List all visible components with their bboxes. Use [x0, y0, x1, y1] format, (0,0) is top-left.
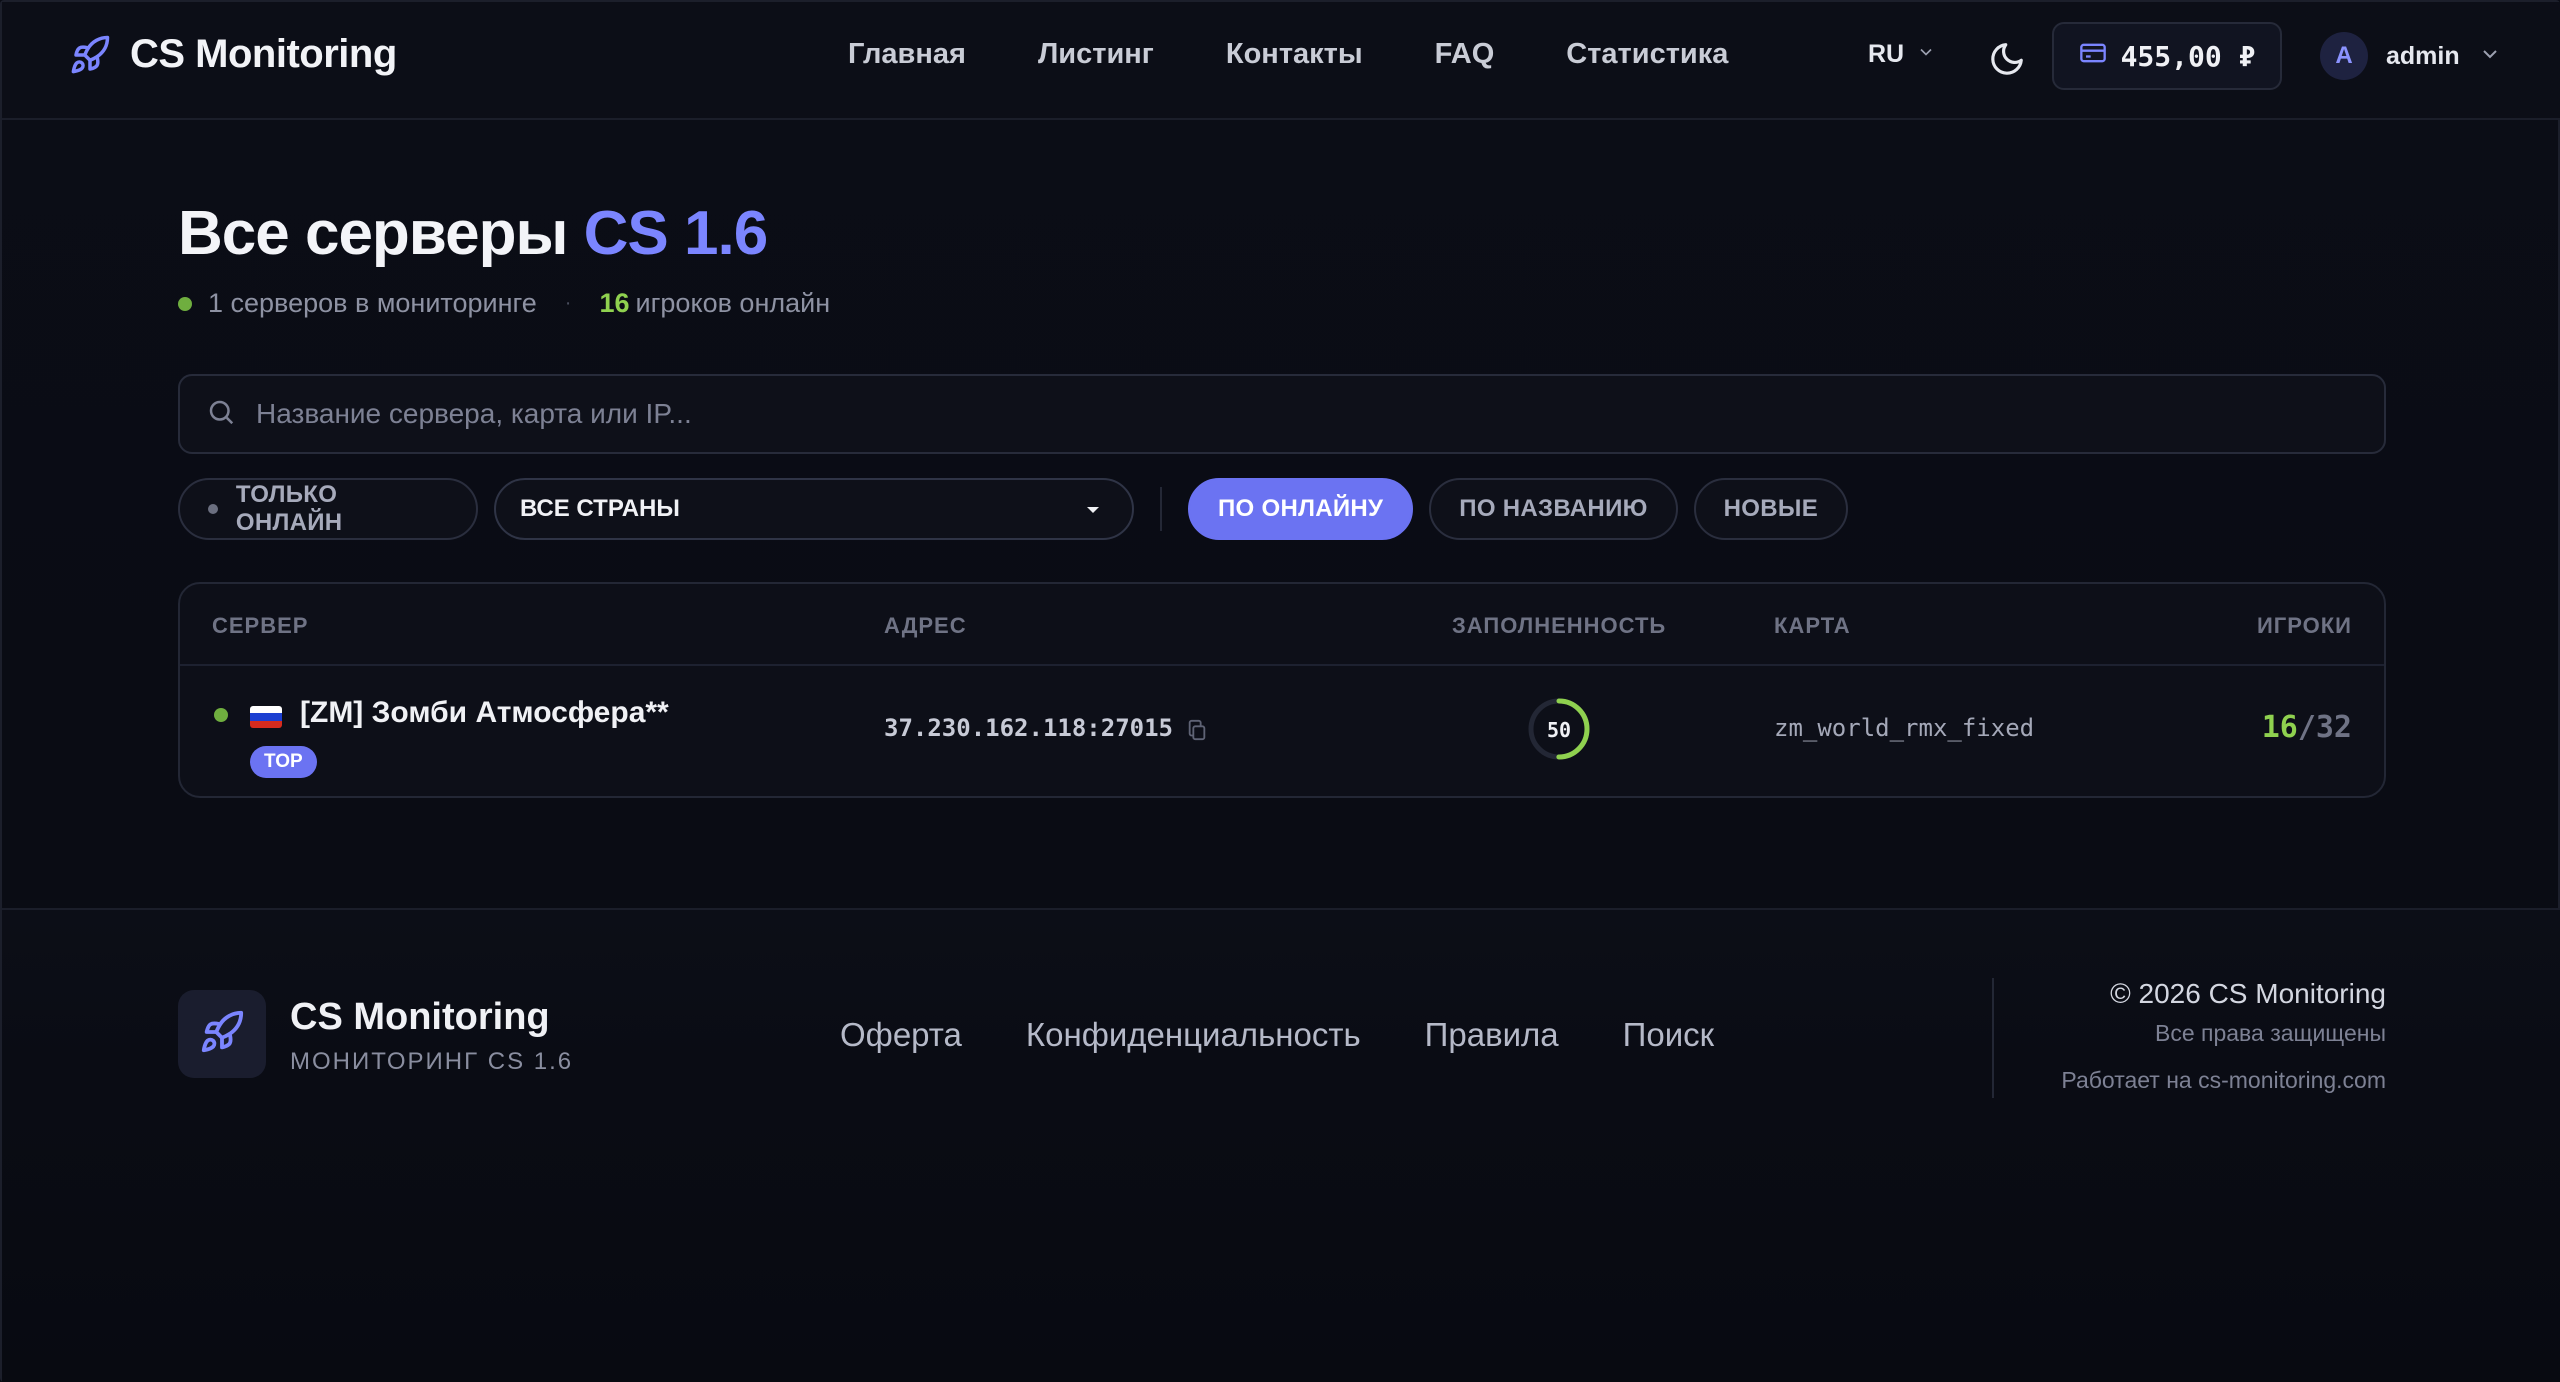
page-title-text: Все серверы — [178, 199, 568, 268]
servers-table: СЕРВЕР АДРЕС ЗАПОЛНЕННОСТЬ КАРТА ИГРОКИ … — [178, 582, 2386, 798]
stats-line: 1 серверов в мониторинге · 16 игроков он… — [178, 288, 830, 319]
page-title-accent: CS 1.6 — [583, 199, 769, 268]
footer-links: Оферта Конфиденциальность Правила Поиск — [840, 1016, 1714, 1054]
sort-by-online-button[interactable]: ПО ОНЛАЙНУ — [1188, 478, 1414, 540]
table-header: СЕРВЕР АДРЕС ЗАПОЛНЕННОСТЬ КАРТА ИГРОКИ — [180, 584, 2384, 666]
balance-button[interactable]: 455,00 ₽ — [2052, 22, 2282, 90]
country-select[interactable]: ВСЕ СТРАНЫ — [494, 478, 1134, 540]
balance-amount: 455,00 ₽ — [2120, 39, 2256, 73]
footer-brand: CS Monitoring — [290, 996, 550, 1038]
filter-bar: ТОЛЬКО ОНЛАЙН ВСЕ СТРАНЫ ПО ОНЛАЙНУ ПО Н… — [178, 478, 1849, 540]
chevron-down-icon — [1916, 40, 1936, 69]
players-max: /32 — [2297, 710, 2352, 745]
separator-dot: · — [564, 292, 572, 314]
column-header-map: КАРТА — [1774, 613, 1851, 638]
app-window: CS Monitoring Главная Листинг Контакты F… — [0, 0, 2560, 1382]
brand-link[interactable]: CS Monitoring — [68, 32, 397, 77]
country-select-value: ВСЕ СТРАНЫ — [520, 495, 680, 522]
sort-by-name-label: ПО НАЗВАНИЮ — [1459, 495, 1648, 522]
caret-down-icon — [1084, 495, 1102, 523]
footer-link-rules[interactable]: Правила — [1425, 1016, 1559, 1054]
footer-subtitle: МОНИТОРИНГ CS 1.6 — [290, 1048, 574, 1075]
server-players: 16/32 — [2262, 710, 2352, 745]
online-only-toggle[interactable]: ТОЛЬКО ОНЛАЙН — [178, 478, 478, 540]
nav-home[interactable]: Главная — [848, 38, 966, 71]
fill-gauge: 50 — [1526, 696, 1592, 762]
toggle-dot — [208, 504, 218, 514]
moon-icon[interactable] — [1988, 40, 2028, 80]
main-nav: Главная Листинг Контакты FAQ Статистика — [848, 38, 1728, 71]
nav-faq[interactable]: FAQ — [1435, 38, 1495, 71]
chevron-down-icon — [2478, 42, 2502, 71]
avatar: A — [2320, 32, 2368, 80]
rocket-icon — [68, 33, 112, 77]
footer-link-search[interactable]: Поиск — [1623, 1016, 1714, 1054]
players-online: 16 — [2261, 710, 2298, 745]
nav-contacts[interactable]: Контакты — [1226, 38, 1363, 71]
wallet-icon — [2079, 39, 2107, 74]
language-selector[interactable]: RU — [1868, 40, 1936, 69]
nav-statistics[interactable]: Статистика — [1566, 38, 1728, 71]
top-badge: TOP — [250, 746, 317, 778]
search-icon — [206, 397, 236, 432]
search-box — [178, 374, 2386, 454]
sort-new-button[interactable]: НОВЫЕ — [1693, 478, 1849, 540]
footer: CS Monitoring МОНИТОРИНГ CS 1.6 Оферта К… — [2, 908, 2560, 1382]
fill-gauge-value: 50 — [1547, 718, 1571, 742]
footer-divider — [1992, 978, 1994, 1098]
server-online-dot — [214, 708, 228, 722]
language-label: RU — [1868, 40, 1905, 68]
footer-info: © 2026 CS Monitoring Все права защищены … — [2061, 978, 2386, 1094]
username: admin — [2386, 41, 2460, 70]
column-header-address: АДРЕС — [884, 613, 967, 638]
page-title: Все серверы CS 1.6 — [178, 198, 769, 269]
column-header-fill: ЗАПОЛНЕННОСТЬ — [1452, 613, 1667, 638]
footer-powered-by: Работает на cs-monitoring.com — [2061, 1067, 2386, 1093]
server-map: zm_world_rmx_fixed — [1774, 714, 2035, 742]
server-name[interactable]: [ZM] Зомби Атмосфера** — [300, 696, 669, 730]
search-input[interactable] — [256, 398, 2356, 430]
footer-logo[interactable] — [178, 990, 266, 1078]
top-header: CS Monitoring Главная Листинг Контакты F… — [2, 2, 2560, 120]
user-menu[interactable]: A admin — [2320, 32, 2502, 80]
sort-by-name-button[interactable]: ПО НАЗВАНИЮ — [1429, 478, 1678, 540]
online-status-dot — [178, 296, 192, 311]
sort-by-online-label: ПО ОНЛАЙНУ — [1218, 495, 1384, 522]
footer-rights: Все права защищены — [2155, 1020, 2386, 1046]
footer-link-offer[interactable]: Оферта — [840, 1016, 962, 1054]
servers-count-text: 1 серверов в мониторинге — [208, 288, 537, 318]
russia-flag-icon — [250, 706, 282, 728]
server-address: 37.230.162.118:27015 — [884, 714, 1173, 742]
rocket-icon — [199, 1009, 245, 1060]
table-row[interactable]: [ZM] Зомби Атмосфера** TOP 37.230.162.11… — [180, 666, 2384, 796]
players-online-text: игроков онлайн — [635, 288, 831, 318]
players-online-count: 16 — [599, 288, 630, 318]
column-header-players: ИГРОКИ — [2256, 613, 2352, 638]
filter-divider — [1160, 487, 1162, 531]
footer-link-privacy[interactable]: Конфиденциальность — [1026, 1016, 1361, 1054]
column-header-server: СЕРВЕР — [212, 613, 309, 638]
footer-copyright: © 2026 CS Monitoring — [2110, 978, 2386, 1009]
brand-name: CS Monitoring — [130, 32, 397, 76]
nav-listing[interactable]: Листинг — [1038, 38, 1154, 71]
online-only-label: ТОЛЬКО ОНЛАЙН — [235, 481, 343, 536]
copy-icon[interactable] — [1186, 718, 1210, 744]
sort-new-label: НОВЫЕ — [1723, 495, 1819, 522]
